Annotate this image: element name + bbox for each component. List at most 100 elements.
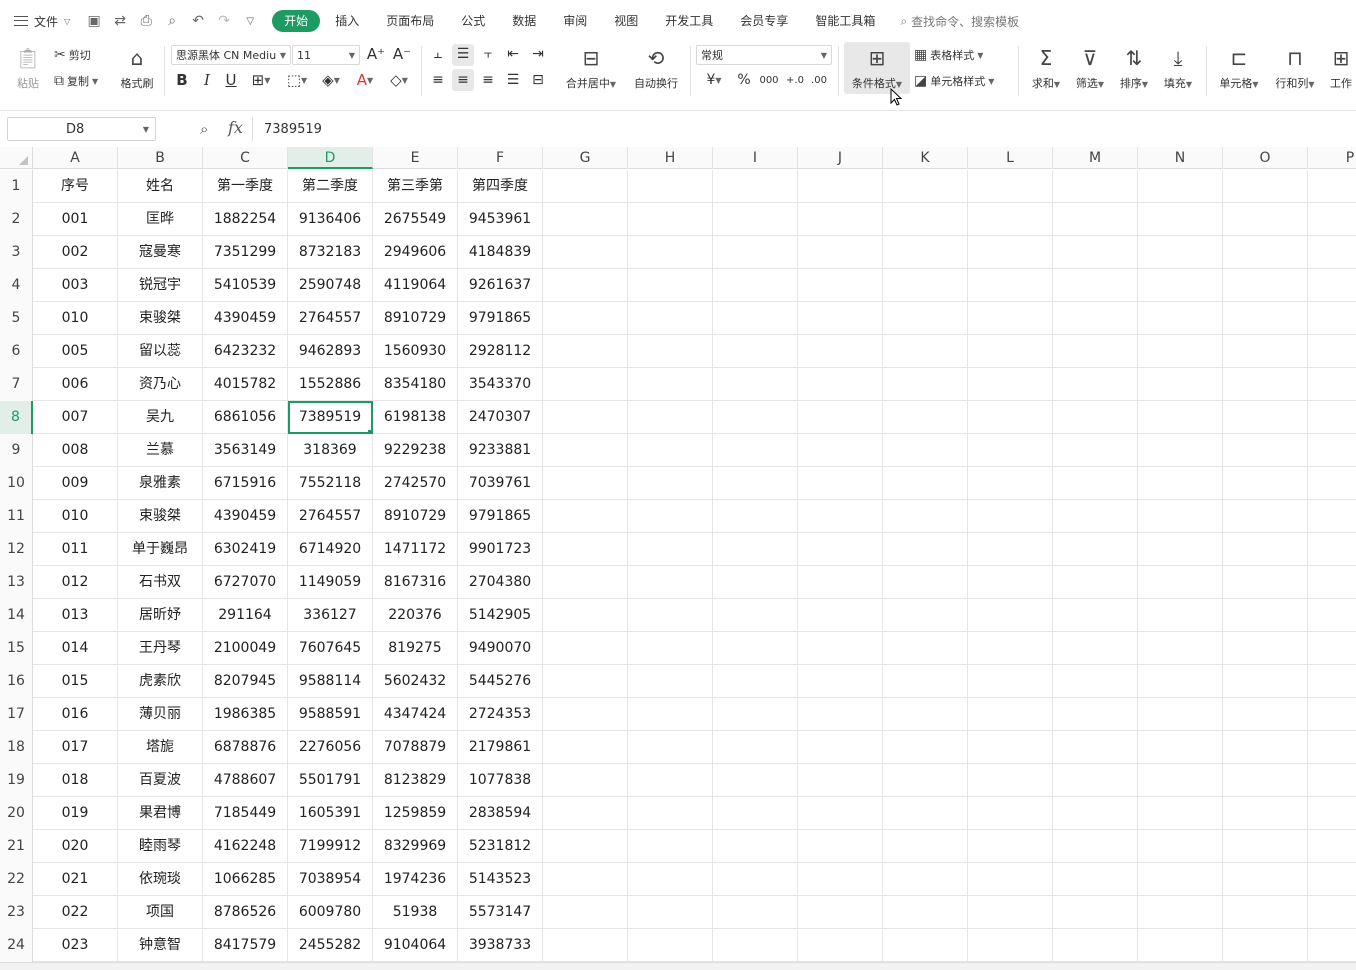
grid-cell[interactable]	[1308, 236, 1356, 269]
grid-cell[interactable]	[1138, 269, 1223, 302]
grid-cell[interactable]	[1053, 632, 1138, 665]
grid-cell[interactable]	[968, 467, 1053, 500]
grid-cell[interactable]	[968, 863, 1053, 896]
grid-cell[interactable]	[543, 434, 628, 467]
conditional-format-button[interactable]: ⊞ 条件格式▼	[844, 44, 910, 94]
grid-cell[interactable]	[968, 170, 1053, 203]
grid-cell[interactable]: 石书双	[118, 566, 203, 599]
grid-cell[interactable]	[628, 698, 713, 731]
grid-cell[interactable]: 4788607	[203, 764, 288, 797]
column-header-B[interactable]: B	[118, 147, 203, 169]
grid-cell[interactable]	[883, 368, 968, 401]
grid-cell[interactable]	[628, 731, 713, 764]
grid-cell[interactable]: 4390459	[203, 302, 288, 335]
grid-cell[interactable]	[798, 401, 883, 434]
grid-cell[interactable]: 1552886	[288, 368, 373, 401]
row-header[interactable]: 8	[0, 401, 33, 434]
tab-1[interactable]: 插入	[323, 10, 371, 32]
grid-cell[interactable]	[543, 500, 628, 533]
grid-cell[interactable]	[1223, 929, 1308, 962]
grid-cell[interactable]	[543, 764, 628, 797]
grid-cell[interactable]: 009	[33, 467, 118, 500]
column-header-F[interactable]: F	[458, 147, 543, 169]
grid-cell[interactable]	[1138, 533, 1223, 566]
currency-icon[interactable]: ¥ ▼	[700, 70, 728, 90]
decrease-font-icon[interactable]: A⁻	[392, 44, 412, 64]
grid-cell[interactable]	[543, 830, 628, 863]
grid-cell[interactable]	[628, 599, 713, 632]
grid-cell[interactable]: 8354180	[373, 368, 458, 401]
grid-cell[interactable]	[628, 929, 713, 962]
grid-cell[interactable]: 336127	[288, 599, 373, 632]
grid-cell[interactable]	[968, 797, 1053, 830]
grid-cell[interactable]	[1138, 335, 1223, 368]
cell-button[interactable]: ⊏ 单元格▼	[1214, 44, 1264, 94]
grid-cell[interactable]	[628, 335, 713, 368]
grid-cell[interactable]: 017	[33, 731, 118, 764]
grid-cell[interactable]	[968, 566, 1053, 599]
column-header-J[interactable]: J	[798, 147, 883, 169]
row-header[interactable]: 12	[0, 533, 33, 566]
grid-cell[interactable]: 9901723	[458, 533, 543, 566]
grid-cell[interactable]	[1138, 929, 1223, 962]
grid-cell[interactable]	[1223, 665, 1308, 698]
grid-cell[interactable]	[798, 797, 883, 830]
redo-icon[interactable]: ↷	[216, 13, 232, 29]
grid-cell[interactable]	[1053, 302, 1138, 335]
print-icon[interactable]: ⎙	[138, 13, 154, 29]
align-top-icon[interactable]: ⫠	[428, 44, 448, 64]
grid-cell[interactable]	[1223, 731, 1308, 764]
grid-cell[interactable]: 2764557	[288, 302, 373, 335]
grid-cell[interactable]	[1308, 929, 1356, 962]
grid-cell[interactable]	[1308, 368, 1356, 401]
grid-cell[interactable]	[1308, 467, 1356, 500]
column-header-G[interactable]: G	[543, 147, 628, 169]
grid-cell[interactable]	[713, 566, 798, 599]
grid-cell[interactable]: 9229238	[373, 434, 458, 467]
grid-cell[interactable]	[1053, 665, 1138, 698]
save-icon[interactable]: ▣	[86, 13, 102, 29]
grid-cell[interactable]	[543, 236, 628, 269]
grid-cell[interactable]: 5143523	[458, 863, 543, 896]
grid-cell[interactable]	[1308, 401, 1356, 434]
grid-cell[interactable]: 2928112	[458, 335, 543, 368]
grid-cell[interactable]: 5602432	[373, 665, 458, 698]
grid-cell[interactable]	[1053, 929, 1138, 962]
grid-cell[interactable]	[713, 599, 798, 632]
grid-cell[interactable]	[628, 401, 713, 434]
grid-cell[interactable]	[1223, 467, 1308, 500]
grid-cell[interactable]	[1223, 698, 1308, 731]
row-header[interactable]: 18	[0, 731, 33, 764]
grid-cell[interactable]	[1053, 269, 1138, 302]
grid-cell[interactable]	[1308, 896, 1356, 929]
increase-decimal-icon[interactable]: +.0	[784, 70, 806, 90]
grid-cell[interactable]	[883, 632, 968, 665]
grid-cell[interactable]: 7185449	[203, 797, 288, 830]
grid-cell[interactable]: 第一季度	[203, 170, 288, 203]
grid-cell[interactable]	[798, 170, 883, 203]
row-header[interactable]: 1	[0, 170, 33, 203]
grid-cell[interactable]: 4015782	[203, 368, 288, 401]
grid-cell[interactable]: 010	[33, 500, 118, 533]
grid-cell[interactable]	[713, 533, 798, 566]
tab-5[interactable]: 审阅	[551, 10, 599, 32]
grid-cell[interactable]	[1138, 170, 1223, 203]
grid-cell[interactable]	[713, 236, 798, 269]
format-painter-button[interactable]: ⌂ 格式刷	[116, 44, 158, 94]
grid-cell[interactable]	[713, 368, 798, 401]
align-center-icon[interactable]: ≡	[453, 70, 473, 90]
grid-cell[interactable]	[1308, 698, 1356, 731]
tab-8[interactable]: 会员专享	[728, 10, 800, 32]
grid-cell[interactable]	[798, 764, 883, 797]
merge-center-button[interactable]: ⊟ 合并居中▼	[560, 44, 622, 94]
grid-cell[interactable]	[968, 632, 1053, 665]
grid-cell[interactable]	[883, 764, 968, 797]
grid-cell[interactable]	[1308, 566, 1356, 599]
grid-cell[interactable]: 3563149	[203, 434, 288, 467]
grid-cell[interactable]	[1138, 599, 1223, 632]
grid-cell[interactable]	[713, 467, 798, 500]
filter-button[interactable]: ⊽ 筛选▼	[1070, 44, 1110, 94]
grid-cell[interactable]: 003	[33, 269, 118, 302]
grid-cell[interactable]	[883, 863, 968, 896]
grid-cell[interactable]: 8167316	[373, 566, 458, 599]
